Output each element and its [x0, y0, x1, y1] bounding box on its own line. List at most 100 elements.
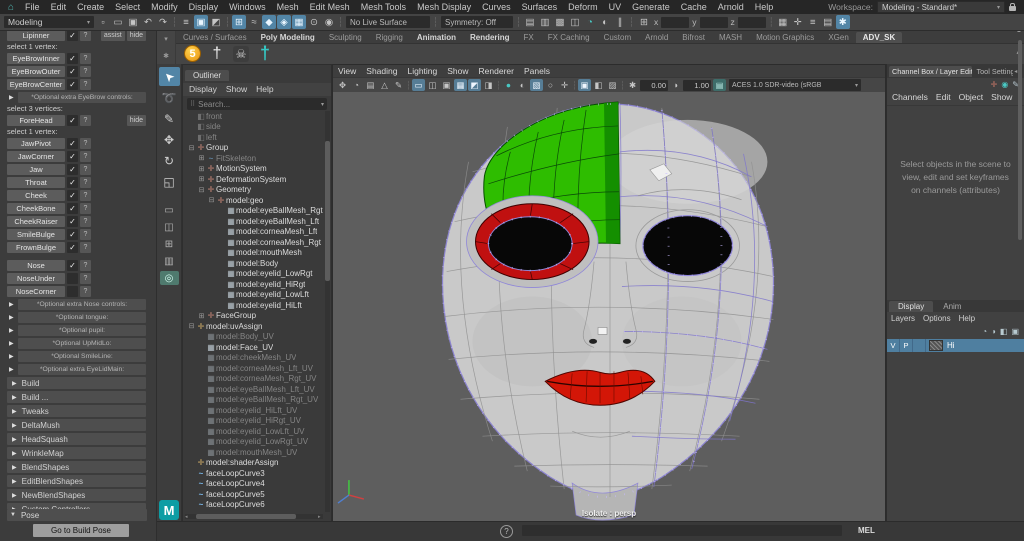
menu-item[interactable]: Mesh Tools — [361, 2, 406, 12]
vertex-select-button[interactable]: Jaw — [7, 164, 65, 175]
outliner-item[interactable]: ▦ model:eyelid_LowLft_UV — [184, 426, 324, 437]
outliner-title-tab[interactable]: Outliner — [185, 70, 229, 81]
pivot-icon[interactable]: ✛ — [791, 15, 805, 29]
help-button[interactable]: ? — [80, 30, 91, 41]
enabled-checkbox[interactable]: ✓ — [67, 216, 78, 227]
hide-button[interactable]: hide — [127, 115, 146, 126]
enabled-checkbox[interactable]: ✓ — [67, 190, 78, 201]
snap-view-plane-icon[interactable]: ▦ — [292, 15, 306, 29]
help-button[interactable]: ? — [80, 177, 91, 188]
vertex-select-button[interactable]: NoseUnder — [7, 273, 65, 284]
outliner-item[interactable]: ▦ model:eyeBallMesh_Rgt_UV — [184, 395, 324, 406]
outliner-item[interactable]: ~ faceLoopCurve4 — [184, 479, 324, 490]
snap-grid-icon[interactable]: ⊞ — [232, 15, 246, 29]
section-collapsible[interactable]: ▶ HeadSquash — [7, 433, 146, 445]
outliner-item[interactable]: ▦ model:mouthMesh — [184, 248, 324, 259]
outliner-item[interactable]: ⊞ ✛ DeformationSystem — [184, 174, 324, 185]
outliner-item[interactable]: ▦ model:corneaMesh_Lft — [184, 227, 324, 238]
safe-action-icon[interactable]: ◩ — [468, 79, 481, 91]
shelf-tab[interactable]: Bifrost — [675, 32, 712, 43]
channel-menu-item[interactable]: Show — [991, 92, 1012, 102]
outliner-item[interactable]: ~ faceLoopCurve6 — [184, 500, 324, 511]
workspace-lock-icon[interactable] — [1009, 6, 1016, 11]
outliner-menu-item[interactable]: Display — [189, 84, 217, 94]
isolate-select-icon[interactable]: ▣ — [578, 79, 591, 91]
layout-outliner-persp[interactable]: ▥ — [160, 254, 179, 268]
shelf-tab[interactable]: Curves / Surfaces — [176, 32, 254, 43]
layout-two-pane[interactable]: ◫ — [160, 220, 179, 234]
z-coord-input[interactable] — [738, 17, 766, 28]
outliner-item[interactable]: ▦ model:eyeBallMesh_Lft — [184, 216, 324, 227]
layer-visibility-toggle[interactable]: V — [887, 339, 900, 352]
enabled-checkbox[interactable]: ✓ — [67, 138, 78, 149]
camera-lock-icon[interactable]: ◔ — [350, 79, 363, 91]
separator[interactable]: ┆ — [620, 79, 625, 91]
group-separator[interactable]: ┆ — [515, 15, 522, 29]
layer-new-empty-icon[interactable]: ◔ — [982, 327, 987, 336]
face-rig-icon[interactable]: ☠ — [233, 46, 249, 62]
outliner-item[interactable]: ▦ model:Body_UV — [184, 332, 324, 343]
scene-save-icon[interactable]: ▣ — [126, 15, 140, 29]
menu-item[interactable]: Surfaces — [522, 2, 558, 12]
outliner-search-field[interactable]: ⠿ Search... ▾ — [187, 98, 327, 110]
left-panel-scrollbar[interactable] — [1018, 40, 1022, 240]
xray-icon[interactable]: ◧ — [592, 79, 605, 91]
help-button[interactable]: ? — [80, 66, 91, 77]
speed-state-icon[interactable]: ◉ — [1001, 80, 1008, 90]
outliner-item[interactable]: ⊞ ✛ MotionSystem — [184, 164, 324, 175]
snap-curve-icon[interactable]: ≈ — [247, 15, 261, 29]
make-live-icon[interactable]: ⊙ — [307, 15, 321, 29]
vertex-select-button[interactable]: JawPivot — [7, 138, 65, 149]
select-tool[interactable]: ➤ — [159, 67, 180, 86]
outliner-item[interactable]: ⊟ ✛ model:uvAssign — [184, 321, 324, 332]
render-current-frame-icon[interactable]: ▥ — [538, 15, 552, 29]
vertex-select-button[interactable]: SmileBulge — [7, 229, 65, 240]
outliner-item[interactable]: ▦ model:corneaMesh_Rgt_UV — [184, 374, 324, 385]
menu-item[interactable]: Generate — [632, 2, 670, 12]
camera-attributes-icon[interactable]: ▤ — [364, 79, 377, 91]
vertex-select-button[interactable]: CheekBone — [7, 203, 65, 214]
vertex-select-button[interactable]: Lipinner — [7, 30, 65, 41]
filter-dropdown-icon[interactable]: ▾ — [321, 101, 324, 108]
layer-editor-tab[interactable]: Anim — [934, 301, 970, 312]
layer-playback-toggle[interactable]: P — [900, 339, 913, 352]
optional-collapsible[interactable]: ▶ *Optional extra EyeBrow controls: — [9, 92, 146, 103]
scene-new-icon[interactable]: ▫ — [96, 15, 110, 29]
menu-item[interactable]: Arnold — [718, 2, 744, 12]
outliner-item[interactable]: ⊟ ✛ Geometry — [184, 185, 324, 196]
expand-toggle[interactable]: ⊟ — [197, 186, 206, 194]
scale-tool[interactable]: ◱ — [159, 172, 180, 191]
help-button[interactable]: ? — [80, 138, 91, 149]
shelf-tab[interactable]: Animation — [410, 32, 463, 43]
enabled-checkbox[interactable]: ✓ — [67, 53, 78, 64]
menu-item[interactable]: Mesh Display — [417, 2, 471, 12]
menu-item[interactable]: Windows — [229, 2, 266, 12]
expand-toggle[interactable]: ⊞ — [197, 154, 206, 162]
outliner-item[interactable]: ⊟ ✛ Group — [184, 143, 324, 154]
section-collapsible[interactable]: ▶ WrinkleMap — [7, 447, 146, 459]
paint-select-tool[interactable]: ✎ — [159, 109, 180, 128]
outliner-item[interactable]: ⊞ ✛ FaceGroup — [184, 311, 324, 322]
separator[interactable]: ┆ — [496, 79, 501, 91]
vertex-select-button[interactable]: NoseCorner — [7, 286, 65, 297]
outliner-hscrollbar[interactable]: ◂ ▸ — [185, 514, 323, 519]
enabled-checkbox[interactable]: ✓ — [67, 66, 78, 77]
hide-button[interactable]: hide — [127, 30, 146, 41]
vertex-select-button[interactable]: Cheek — [7, 190, 65, 201]
optional-collapsible[interactable]: ▶ *Optional tongue: — [9, 312, 146, 323]
enabled-checkbox[interactable]: ✓ — [67, 151, 78, 162]
render-settings-icon[interactable]: ◫ — [568, 15, 582, 29]
help-button[interactable]: ? — [80, 229, 91, 240]
menu-item[interactable]: Display — [189, 2, 219, 12]
enabled-checkbox[interactable]: ✓ — [67, 203, 78, 214]
help-button[interactable]: ? — [80, 53, 91, 64]
shelf-tab[interactable]: FX Caching — [541, 32, 597, 43]
expand-toggle[interactable]: ⊞ — [197, 312, 206, 320]
sort-icon[interactable]: ≡ — [806, 15, 820, 29]
scroll-right-icon[interactable]: ▸ — [318, 514, 323, 520]
tool-settings-icon[interactable]: ✱ — [836, 15, 850, 29]
enabled-checkbox[interactable]: ✓ — [67, 260, 78, 271]
default-material-icon[interactable]: ▨ — [606, 79, 619, 91]
channel-menu-item[interactable]: Object — [959, 92, 984, 102]
vertex-select-button[interactable]: Nose — [7, 260, 65, 271]
